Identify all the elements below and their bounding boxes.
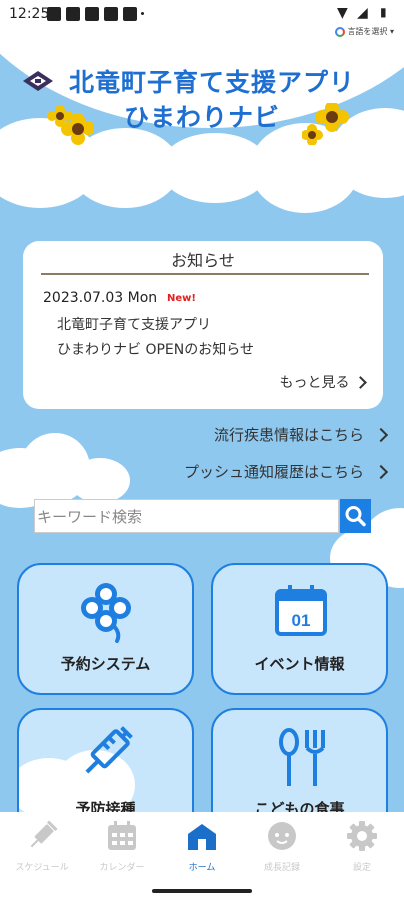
translate-label: 言語を選択 [347,27,388,36]
calendar-icon: 01 [275,585,327,636]
chevron-right-icon [354,376,367,389]
syringe-icon [85,726,133,774]
gear-icon [347,821,377,851]
search-icon [345,506,366,527]
news-item-line1[interactable]: 北竜町子育て支援アプリ [57,314,211,334]
tab-label: カレンダー [99,863,145,873]
status-time: 12:25 [9,6,50,22]
new-badge: New! [167,293,196,304]
syringe-icon [30,820,58,848]
calendar-day-number: 01 [292,611,311,630]
tab-schedule[interactable]: スケジュール [2,812,82,880]
tab-label: スケジュール [15,863,69,873]
more-news-label: もっと見る [279,375,350,391]
status-bar: 12:25 ▼ ◢ ▮ [0,0,404,28]
wifi-icon: ▼ [337,5,348,21]
news-date: 2023.07.03 Mon [43,290,158,306]
news-card: お知らせ 2023.07.03 Mon New! 北竜町子育て支援アプリ ひまわ… [23,241,383,409]
clover-icon [81,583,131,643]
news-item-line2[interactable]: ひまわりナビ OPENのお知らせ [57,339,254,359]
tab-growth-record[interactable]: 成長記録 [242,812,322,880]
event-info-tile[interactable]: 01 イベント情報 [211,563,388,695]
translate-selector[interactable]: 言語を選択 ▾ [335,26,394,37]
news-divider [41,273,369,275]
notification-icon [123,7,137,21]
news-title: お知らせ [171,251,235,270]
search-input[interactable]: キーワード検索 [34,499,339,533]
more-news-link[interactable]: もっと見る [279,372,367,392]
tab-label: ホーム [188,863,216,873]
cloud [70,458,130,503]
spoon-fork-icon [279,728,325,786]
tile-label: イベント情報 [254,655,345,673]
notification-icon [66,7,80,21]
notification-icon [47,7,61,21]
home-gesture-handle[interactable] [152,889,252,893]
notification-icon [85,7,99,21]
baby-face-icon [268,822,296,850]
battery-icon: ▮ [380,5,387,19]
notification-icon [104,7,118,21]
search-button[interactable] [340,499,371,533]
tab-settings[interactable]: 設定 [322,812,402,880]
home-icon [188,824,216,850]
tab-home[interactable]: ホーム [162,812,242,880]
tab-label: 成長記録 [263,863,300,873]
tile-label: 予約システム [60,655,151,673]
system-navigation-bar [0,882,404,900]
sunflower-icon [47,105,94,145]
sunflower-icon [302,103,349,145]
tab-label: 設定 [352,863,371,873]
google-icon [335,26,346,37]
app-title-line1: 北竜町子育て支援アプリ [68,68,355,97]
push-history-link[interactable]: プッシュ通知履歴はこちら [184,461,364,482]
disease-info-link[interactable]: 流行疾患情報はこちら [214,424,364,445]
reservation-tile[interactable]: 予約システム [17,563,194,695]
tab-calendar[interactable]: カレンダー [82,812,162,880]
calendar-icon [108,821,136,850]
more-notifications-icon [141,12,144,15]
signal-icon: ◢ [357,5,368,21]
